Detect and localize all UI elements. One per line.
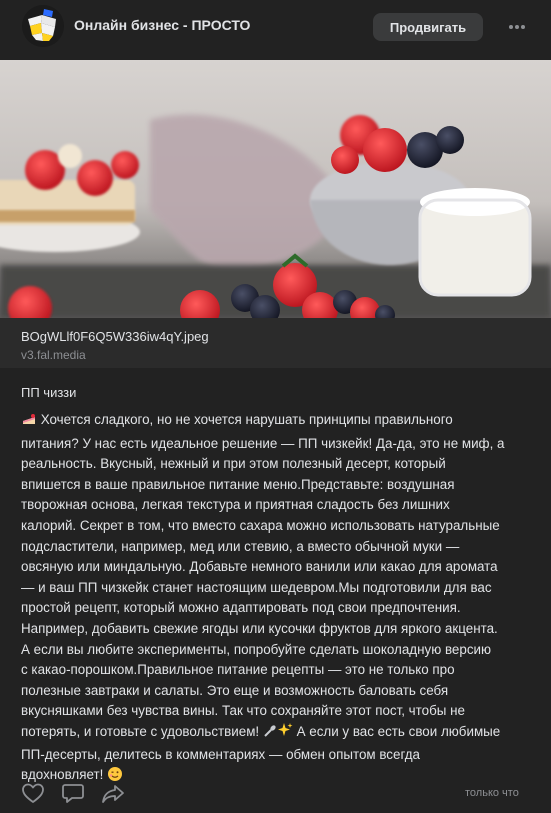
post-line: овсяную или миндальную. Добавьте немного… bbox=[21, 559, 498, 575]
link-card[interactable]: BOgWLlf0F6Q5W336iw4qY.jpeg v3.fal.media bbox=[0, 318, 551, 368]
link-card-domain: v3.fal.media bbox=[21, 348, 86, 362]
post-line: реальность. Вкусный, нежный и при этом п… bbox=[21, 456, 446, 472]
post-line: — и ваш ПП чизкейк станет настоящим шеде… bbox=[21, 579, 492, 595]
more-dots-icon[interactable] bbox=[506, 17, 528, 37]
post-line: Хочется сладкого, но не хочется нарушать… bbox=[21, 410, 536, 434]
spoon-emoji-icon bbox=[263, 724, 277, 745]
post-timestamp: только что bbox=[465, 787, 519, 799]
post-body: Хочется сладкого, но не хочется нарушать… bbox=[21, 410, 536, 789]
post-line: вкусняшками без чувства вины. Так что со… bbox=[21, 703, 465, 719]
post-line: питания? У нас есть идеальное решение — … bbox=[21, 435, 505, 451]
post-header: Онлайн бизнес - ПРОСТО Продвигать bbox=[0, 0, 551, 52]
post-line: впишется в ваше правильное питание меню.… bbox=[21, 476, 455, 492]
post-actions: только что bbox=[0, 780, 551, 810]
post-line: творожная основа, легкая текстура и прия… bbox=[21, 497, 450, 513]
post-image[interactable] bbox=[0, 60, 551, 318]
post-line: Например, добавить свежие ягоды или кусо… bbox=[21, 620, 498, 636]
community-avatar[interactable] bbox=[22, 5, 64, 47]
promote-button[interactable]: Продвигать bbox=[373, 13, 483, 41]
post-line: калорий. Секрет в том, что вместо сахара… bbox=[21, 517, 500, 533]
post-line: простой рецепт, который можно адаптирова… bbox=[21, 600, 461, 616]
post-heading: ПП чиззи bbox=[21, 385, 77, 400]
post-line: полезные завтраки и салаты. Это еще и во… bbox=[21, 682, 449, 698]
sparkles-emoji-icon bbox=[277, 722, 293, 745]
post-line: подсластители, например, мед или стевию,… bbox=[21, 538, 460, 554]
post: Онлайн бизнес - ПРОСТО Продвигать BOgWLl… bbox=[0, 0, 551, 813]
community-name[interactable]: Онлайн бизнес - ПРОСТО bbox=[74, 17, 250, 33]
link-card-title[interactable]: BOgWLlf0F6Q5W336iw4qY.jpeg bbox=[21, 329, 209, 344]
share-icon[interactable] bbox=[101, 782, 125, 804]
comment-icon[interactable] bbox=[61, 782, 85, 804]
heart-icon[interactable] bbox=[21, 782, 45, 804]
post-line: ПП-десерты, делитесь в комментариях — об… bbox=[21, 746, 420, 762]
post-line: потерять, и готовьте с удовольствием! А … bbox=[21, 722, 536, 745]
cake-emoji-icon bbox=[21, 411, 37, 434]
post-line: с какао-порошком.Правильное питание реце… bbox=[21, 662, 455, 678]
post-line: А если вы любите эксперименты, попробуйт… bbox=[21, 641, 492, 657]
